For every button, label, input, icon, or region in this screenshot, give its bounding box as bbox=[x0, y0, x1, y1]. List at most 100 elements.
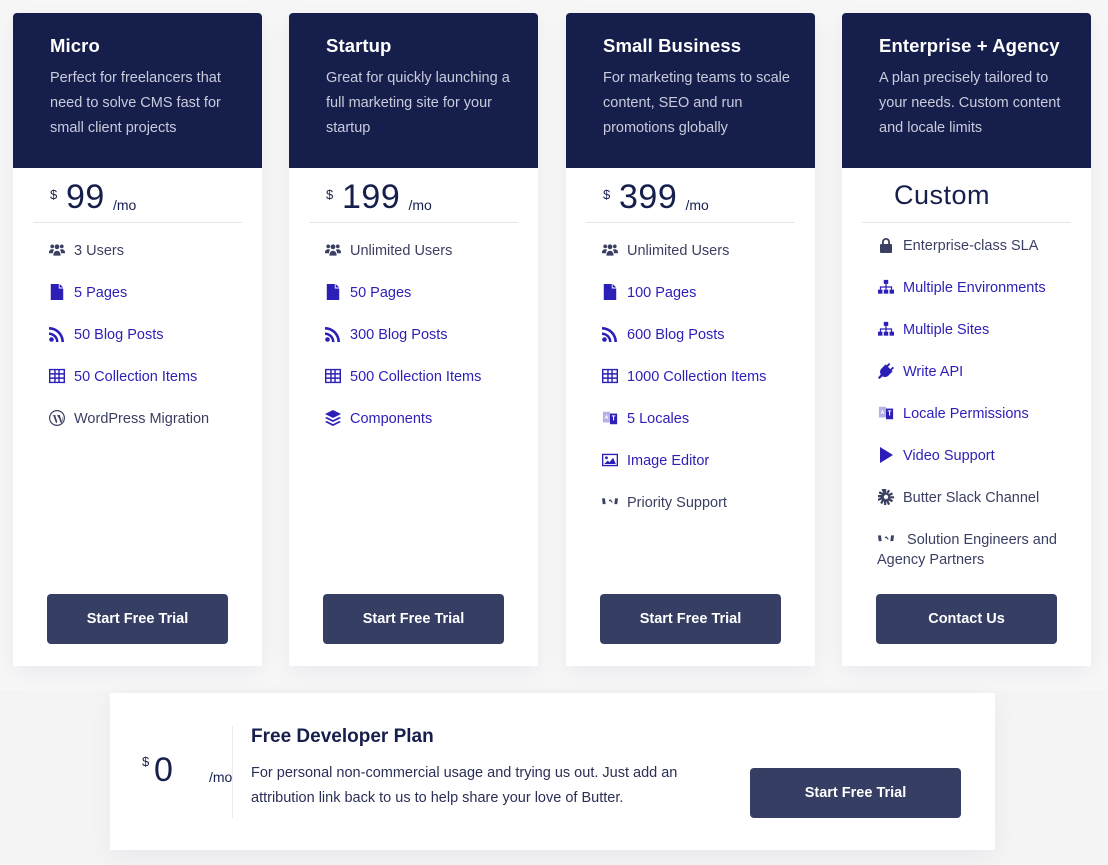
plan-description: A plan precisely tailored to your needs.… bbox=[879, 70, 1061, 136]
feature-item: Video Support bbox=[877, 446, 1081, 488]
handshake-icon bbox=[601, 493, 619, 511]
price-period: /mo bbox=[408, 197, 432, 213]
price-amount: 199 bbox=[342, 178, 401, 216]
feature-label: WordPress Migration bbox=[74, 411, 210, 427]
plan-card-micro: Micro Perfect for freelancers that need … bbox=[13, 13, 262, 666]
feature-item: Priority Support bbox=[601, 493, 805, 535]
currency-symbol: $ bbox=[326, 187, 334, 202]
handshake-icon bbox=[877, 530, 895, 548]
plan-price: $ 199 /mo bbox=[309, 178, 518, 223]
free-plan-title: Free Developer Plan bbox=[251, 726, 434, 747]
feature-item: 300 Blog Posts bbox=[324, 325, 528, 367]
plan-card-enterprise-agency: Enterprise + Agency A plan precisely tai… bbox=[842, 13, 1091, 666]
file-icon bbox=[324, 283, 342, 301]
feature-list: Unlimited Users 100 Pages 600 Blog Posts… bbox=[601, 241, 805, 535]
feature-label: 50 Pages bbox=[350, 285, 412, 301]
feature-label: Unlimited Users bbox=[627, 243, 730, 259]
feature-label: 50 Blog Posts bbox=[74, 327, 164, 343]
feature-item: Multiple Sites bbox=[877, 320, 1081, 362]
feature-item: Enterprise-class SLA bbox=[877, 236, 1081, 278]
contact-us-button[interactable]: Contact Us bbox=[876, 594, 1057, 644]
plan-header: Small Business For marketing teams to sc… bbox=[566, 13, 815, 168]
play-icon bbox=[877, 446, 895, 464]
free-plan-start-trial-button[interactable]: Start Free Trial bbox=[750, 768, 961, 818]
users-icon bbox=[601, 241, 619, 259]
free-plan-description: For personal non-commercial usage and tr… bbox=[251, 765, 678, 806]
price-period: /mo bbox=[685, 197, 709, 213]
users-icon bbox=[48, 241, 66, 259]
feature-item: Unlimited Users bbox=[601, 241, 805, 283]
feature-label: 600 Blog Posts bbox=[627, 327, 725, 343]
feature-label: Locale Permissions bbox=[903, 406, 1029, 422]
language-icon bbox=[877, 404, 895, 422]
plan-description: For marketing teams to scale content, SE… bbox=[603, 70, 790, 136]
price-amount: 399 bbox=[619, 178, 678, 216]
feature-label: 1000 Collection Items bbox=[627, 369, 767, 385]
plan-title: Small Business bbox=[603, 35, 742, 56]
plug-icon bbox=[877, 362, 895, 380]
price-custom: Custom bbox=[894, 180, 991, 210]
feature-label: 5 Pages bbox=[74, 285, 128, 301]
feature-item: Image Editor bbox=[601, 451, 805, 493]
feature-list: Unlimited Users 50 Pages 300 Blog Posts … bbox=[324, 241, 528, 451]
plan-price: $ 99 /mo bbox=[33, 178, 242, 223]
table-icon bbox=[601, 367, 619, 385]
feature-item: 3 Users bbox=[48, 241, 252, 283]
plan-title: Enterprise + Agency bbox=[879, 35, 1060, 56]
feature-item: 50 Collection Items bbox=[48, 367, 252, 409]
feature-label: 5 Locales bbox=[627, 411, 690, 427]
feature-item: 100 Pages bbox=[601, 283, 805, 325]
plan-card-startup: Startup Great for quickly launching a fu… bbox=[289, 13, 538, 666]
plan-price: $ 399 /mo bbox=[586, 178, 795, 223]
start-free-trial-button[interactable]: Start Free Trial bbox=[600, 594, 781, 644]
plan-header: Micro Perfect for freelancers that need … bbox=[13, 13, 262, 168]
feature-item: WordPress Migration bbox=[48, 409, 252, 451]
feature-list: Enterprise-class SLA Multiple Environmen… bbox=[877, 236, 1081, 580]
feature-label: Multiple Environments bbox=[903, 280, 1046, 296]
feature-label: Butter Slack Channel bbox=[903, 490, 1040, 506]
plan-price: Custom bbox=[862, 180, 1071, 223]
feature-label: Image Editor bbox=[627, 453, 710, 469]
feature-label: Video Support bbox=[903, 448, 995, 464]
feature-label: Components bbox=[350, 411, 433, 427]
feature-list: 3 Users 5 Pages 50 Blog Posts 50 Collect… bbox=[48, 241, 252, 451]
plan-description: Great for quickly launching a full marke… bbox=[326, 70, 510, 136]
file-icon bbox=[48, 283, 66, 301]
feature-label: 3 Users bbox=[74, 243, 124, 259]
slack-icon bbox=[877, 488, 895, 506]
plan-header: Enterprise + Agency A plan precisely tai… bbox=[842, 13, 1091, 168]
users-icon bbox=[324, 241, 342, 259]
feature-item: Solution Engineers and Agency Partners bbox=[877, 530, 1081, 580]
feature-item: Components bbox=[324, 409, 528, 451]
feature-item: Locale Permissions bbox=[877, 404, 1081, 446]
feature-label: 300 Blog Posts bbox=[350, 327, 448, 343]
rss-icon bbox=[324, 325, 342, 343]
free-developer-plan-card: $ 0 /mo Free Developer Plan For personal… bbox=[110, 693, 995, 850]
plan-card-small-business: Small Business For marketing teams to sc… bbox=[566, 13, 815, 666]
currency-symbol: $ bbox=[50, 187, 58, 202]
price-period: /mo bbox=[113, 197, 137, 213]
feature-item: 1000 Collection Items bbox=[601, 367, 805, 409]
lock-icon bbox=[877, 236, 895, 254]
table-icon bbox=[324, 367, 342, 385]
feature-item: 50 Pages bbox=[324, 283, 528, 325]
image-icon bbox=[601, 451, 619, 469]
feature-item: 50 Blog Posts bbox=[48, 325, 252, 367]
feature-item: Write API bbox=[877, 362, 1081, 404]
plan-description: Perfect for freelancers that need to sol… bbox=[50, 70, 221, 136]
divider bbox=[232, 726, 233, 818]
price-period: /mo bbox=[209, 769, 233, 785]
sitemap-icon bbox=[877, 278, 895, 296]
table-icon bbox=[48, 367, 66, 385]
plan-header: Startup Great for quickly launching a fu… bbox=[289, 13, 538, 168]
feature-item: 5 Locales bbox=[601, 409, 805, 451]
currency-symbol: $ bbox=[603, 187, 611, 202]
price-amount: 0 bbox=[154, 751, 173, 789]
feature-label: Solution Engineers and Agency Partners bbox=[877, 532, 1057, 568]
sitemap-icon bbox=[877, 320, 895, 338]
feature-item: 500 Collection Items bbox=[324, 367, 528, 409]
start-free-trial-button[interactable]: Start Free Trial bbox=[323, 594, 504, 644]
feature-item: Unlimited Users bbox=[324, 241, 528, 283]
start-free-trial-button[interactable]: Start Free Trial bbox=[47, 594, 228, 644]
feature-label: Multiple Sites bbox=[903, 322, 990, 338]
